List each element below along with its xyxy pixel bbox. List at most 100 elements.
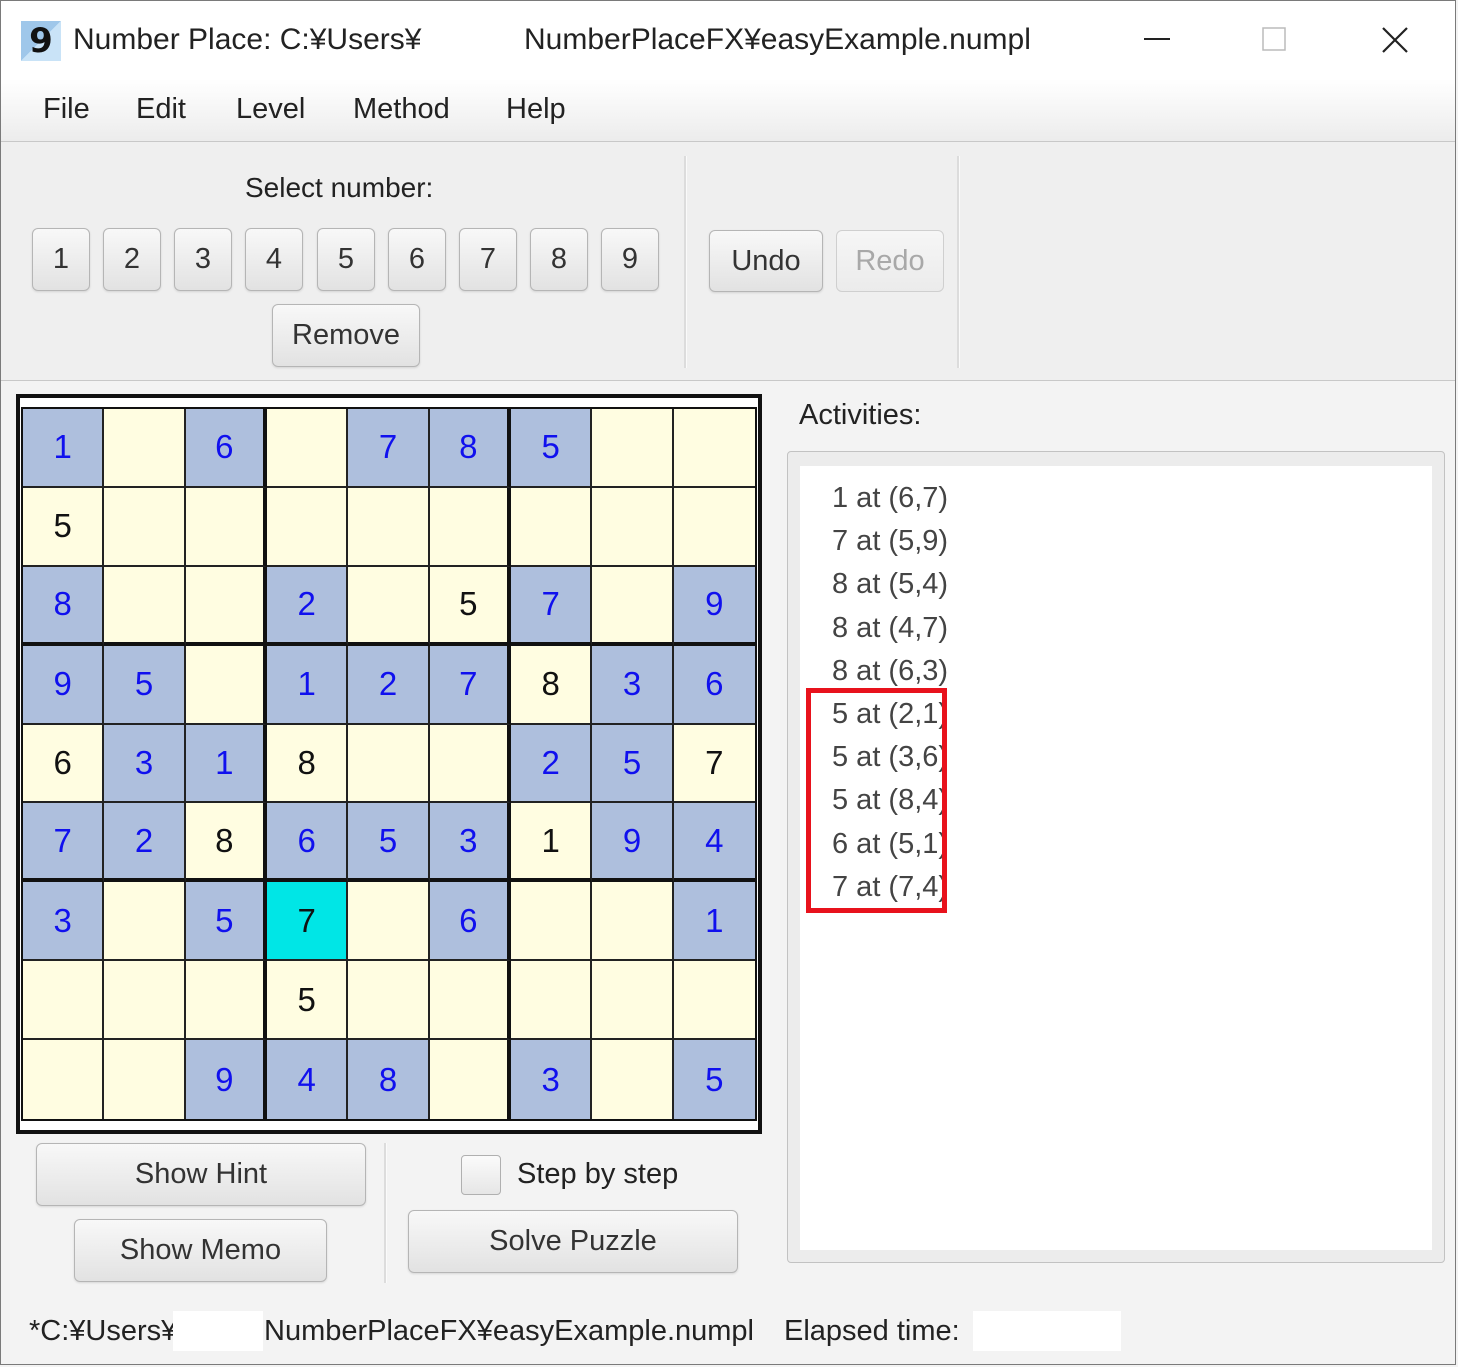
sudoku-cell[interactable]	[429, 487, 511, 567]
number-button-2[interactable]: 2	[103, 228, 161, 291]
sudoku-cell[interactable]: 5	[348, 803, 430, 883]
sudoku-cell[interactable]: 7	[348, 409, 430, 488]
sudoku-cell[interactable]: 8	[511, 645, 593, 725]
sudoku-cell[interactable]	[511, 961, 593, 1041]
sudoku-cell[interactable]: 9	[592, 803, 674, 883]
maximize-button[interactable]	[1245, 15, 1305, 65]
sudoku-cell[interactable]	[348, 487, 430, 567]
show-memo-button[interactable]: Show Memo	[74, 1219, 327, 1282]
sudoku-cell[interactable]	[104, 409, 186, 488]
sudoku-cell[interactable]: 5	[267, 961, 349, 1041]
sudoku-cell[interactable]: 3	[511, 1040, 593, 1119]
sudoku-cell[interactable]	[348, 724, 430, 804]
sudoku-cell[interactable]	[267, 409, 349, 488]
sudoku-cell[interactable]: 1	[673, 882, 755, 962]
sudoku-cell[interactable]	[348, 882, 430, 962]
sudoku-cell[interactable]: 2	[348, 645, 430, 725]
sudoku-cell[interactable]: 5	[104, 645, 186, 725]
sudoku-cell[interactable]: 4	[673, 803, 755, 883]
sudoku-cell[interactable]	[429, 961, 511, 1041]
sudoku-cell[interactable]: 9	[673, 566, 755, 646]
sudoku-cell[interactable]: 4	[267, 1040, 349, 1119]
redo-button[interactable]: Redo	[836, 230, 944, 292]
sudoku-cell[interactable]	[23, 1040, 105, 1119]
sudoku-cell[interactable]	[185, 487, 267, 567]
sudoku-cell[interactable]	[592, 1040, 674, 1119]
sudoku-cell[interactable]: 8	[429, 409, 511, 488]
sudoku-cell[interactable]	[592, 961, 674, 1041]
sudoku-cell[interactable]	[23, 961, 105, 1041]
sudoku-cell[interactable]: 5	[185, 882, 267, 962]
sudoku-cell[interactable]	[104, 487, 186, 567]
sudoku-cell[interactable]	[104, 566, 186, 646]
sudoku-cell[interactable]: 8	[185, 803, 267, 883]
show-hint-button[interactable]: Show Hint	[36, 1143, 366, 1206]
sudoku-cell[interactable]	[511, 487, 593, 567]
sudoku-cell[interactable]	[348, 961, 430, 1041]
activity-item[interactable]: 8 at (6,3)	[832, 655, 948, 688]
number-button-7[interactable]: 7	[459, 228, 517, 291]
number-button-5[interactable]: 5	[317, 228, 375, 291]
sudoku-cell[interactable]: 1	[23, 409, 105, 488]
sudoku-cell[interactable]	[104, 961, 186, 1041]
close-button[interactable]	[1365, 15, 1425, 65]
sudoku-cell[interactable]: 7	[23, 803, 105, 883]
sudoku-cell[interactable]: 6	[429, 882, 511, 962]
activity-item[interactable]: 8 at (5,4)	[832, 568, 948, 601]
number-button-8[interactable]: 8	[530, 228, 588, 291]
sudoku-cell[interactable]	[592, 566, 674, 646]
sudoku-cell[interactable]: 1	[511, 803, 593, 883]
number-button-3[interactable]: 3	[174, 228, 232, 291]
menu-file[interactable]: File	[43, 93, 90, 126]
menu-edit[interactable]: Edit	[136, 93, 186, 126]
sudoku-cell[interactable]: 2	[104, 803, 186, 883]
solve-puzzle-button[interactable]: Solve Puzzle	[408, 1210, 738, 1273]
sudoku-cell[interactable]: 6	[23, 724, 105, 804]
sudoku-cell[interactable]	[104, 1040, 186, 1119]
sudoku-cell[interactable]: 5	[511, 409, 593, 488]
step-by-step-label[interactable]: Step by step	[517, 1158, 678, 1191]
number-button-6[interactable]: 6	[388, 228, 446, 291]
sudoku-cell[interactable]	[592, 409, 674, 488]
sudoku-cell[interactable]: 8	[23, 566, 105, 646]
sudoku-cell[interactable]	[511, 882, 593, 962]
sudoku-cell[interactable]	[673, 409, 755, 488]
sudoku-cell[interactable]: 2	[511, 724, 593, 804]
minimize-button[interactable]	[1128, 15, 1188, 65]
sudoku-cell[interactable]	[348, 566, 430, 646]
sudoku-cell[interactable]: 6	[673, 645, 755, 725]
sudoku-cell[interactable]	[592, 882, 674, 962]
sudoku-cell[interactable]: 3	[104, 724, 186, 804]
sudoku-cell[interactable]: 2	[267, 566, 349, 646]
activity-item[interactable]: 7 at (5,9)	[832, 525, 948, 558]
menu-method[interactable]: Method	[353, 93, 450, 126]
sudoku-cell[interactable]: 9	[185, 1040, 267, 1119]
undo-button[interactable]: Undo	[709, 230, 823, 292]
sudoku-cell[interactable]	[185, 645, 267, 725]
sudoku-cell[interactable]	[185, 566, 267, 646]
sudoku-cell[interactable]: 7	[673, 724, 755, 804]
sudoku-cell[interactable]: 7	[267, 882, 349, 962]
menu-help[interactable]: Help	[506, 93, 566, 126]
sudoku-cell[interactable]: 3	[23, 882, 105, 962]
sudoku-cell[interactable]	[673, 961, 755, 1041]
sudoku-cell[interactable]: 6	[185, 409, 267, 488]
remove-button[interactable]: Remove	[272, 304, 420, 367]
number-button-4[interactable]: 4	[245, 228, 303, 291]
sudoku-cell[interactable]: 1	[267, 645, 349, 725]
sudoku-cell[interactable]: 5	[429, 566, 511, 646]
sudoku-cell[interactable]: 6	[267, 803, 349, 883]
sudoku-cell[interactable]: 9	[23, 645, 105, 725]
sudoku-cell[interactable]	[429, 724, 511, 804]
menu-level[interactable]: Level	[236, 93, 305, 126]
sudoku-cell[interactable]: 1	[185, 724, 267, 804]
activity-item[interactable]: 1 at (6,7)	[832, 482, 948, 515]
sudoku-cell[interactable]: 5	[592, 724, 674, 804]
sudoku-cell[interactable]: 3	[429, 803, 511, 883]
sudoku-cell[interactable]	[673, 487, 755, 567]
sudoku-cell[interactable]: 5	[23, 487, 105, 567]
step-by-step-checkbox[interactable]	[461, 1155, 501, 1195]
number-button-1[interactable]: 1	[32, 228, 90, 291]
sudoku-cell[interactable]: 8	[267, 724, 349, 804]
sudoku-cell[interactable]: 8	[348, 1040, 430, 1119]
